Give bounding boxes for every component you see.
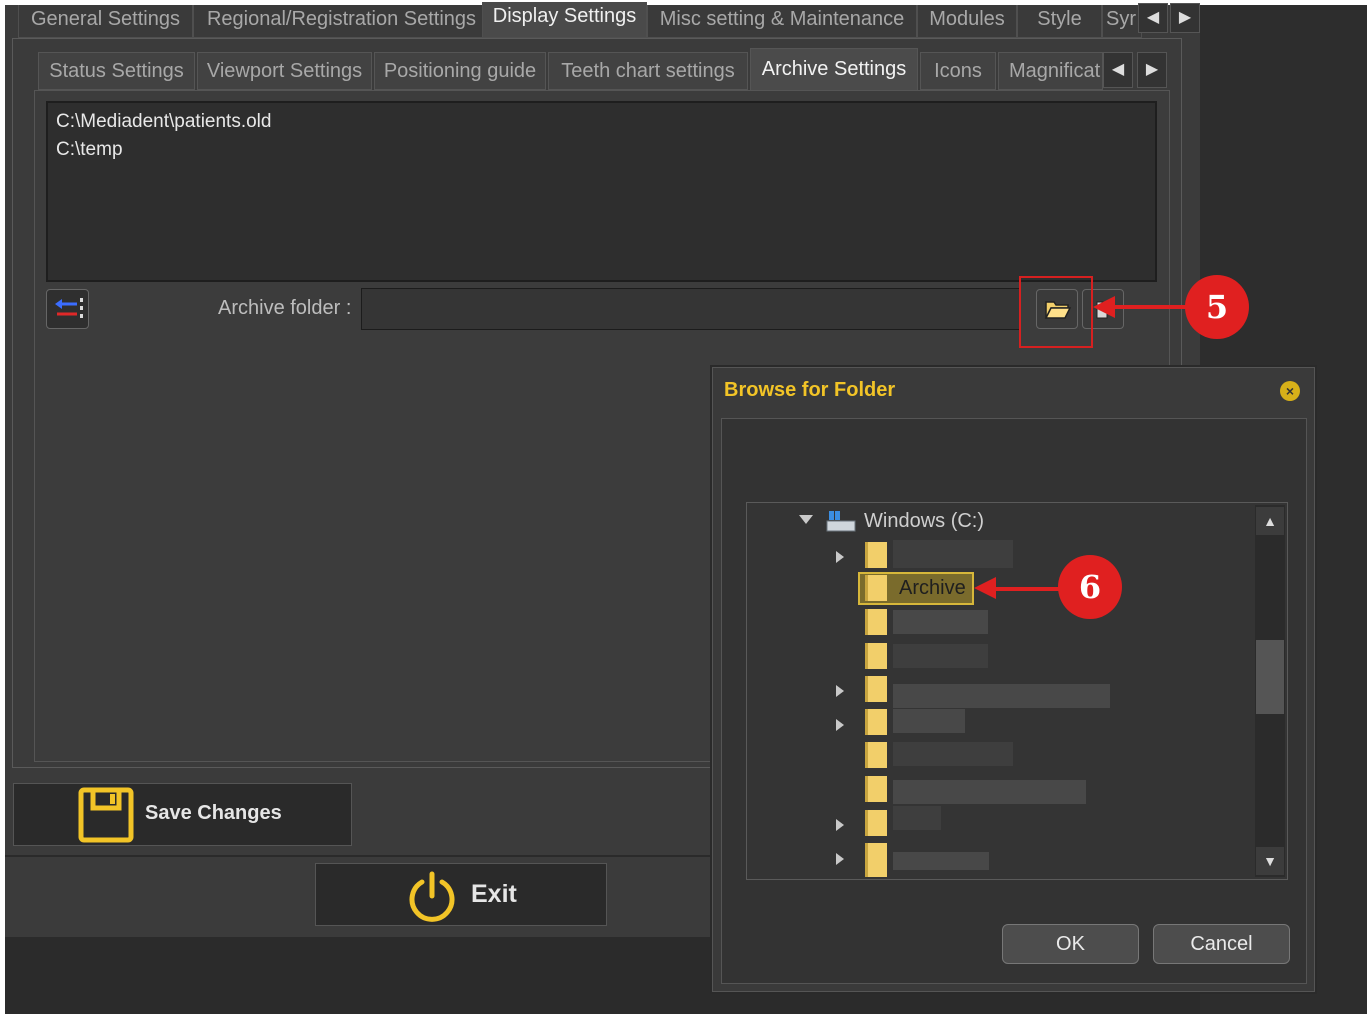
list-item[interactable]: C:\Mediadent\patients.old xyxy=(56,111,271,133)
exit-label: Exit xyxy=(471,880,517,908)
tab-sync-partial[interactable]: Syr xyxy=(1102,5,1142,38)
tab-viewport-settings[interactable]: Viewport Settings xyxy=(197,52,372,90)
archive-paths-list[interactable]: C:\Mediadent\patients.old C:\temp xyxy=(46,101,1157,282)
redacted-folder-name xyxy=(893,852,989,870)
top-tab-bar: General Settings Regional/Registration S… xyxy=(10,2,1200,38)
tab-scroll-left-icon[interactable]: ◀ xyxy=(1138,3,1168,33)
callout-arrow xyxy=(992,587,1062,591)
tab-archive-settings[interactable]: Archive Settings xyxy=(750,48,918,92)
list-item[interactable]: C:\temp xyxy=(56,139,123,161)
redacted-folder-name xyxy=(893,780,1086,804)
tab-regional-registration-settings[interactable]: Regional/Registration Settings xyxy=(193,5,490,38)
folder-icon xyxy=(865,742,887,768)
folder-icon xyxy=(865,609,887,635)
expand-arrow-icon[interactable] xyxy=(836,685,844,697)
drive-icon xyxy=(826,511,856,532)
redacted-folder-name xyxy=(893,684,1110,708)
callout-badge-6: 6 xyxy=(1058,555,1122,619)
archive-folder-label: Archive folder : xyxy=(218,297,352,319)
expand-arrow-icon[interactable] xyxy=(836,551,844,563)
close-icon[interactable]: × xyxy=(1280,381,1300,401)
tab-positioning-guide[interactable]: Positioning guide xyxy=(374,52,546,90)
callout-arrowhead-icon xyxy=(1093,296,1115,318)
tab-scroll-right-icon[interactable]: ▶ xyxy=(1170,3,1200,33)
redacted-folder-name xyxy=(893,610,988,634)
callout-badge-5: 5 xyxy=(1185,275,1249,339)
tab-style[interactable]: Style xyxy=(1017,5,1102,38)
tab-modules[interactable]: Modules xyxy=(917,5,1017,38)
scrollbar-thumb[interactable] xyxy=(1256,640,1284,714)
redacted-folder-name xyxy=(893,644,988,668)
power-icon xyxy=(409,871,455,922)
folder-icon xyxy=(865,643,887,669)
folder-icon xyxy=(865,575,887,601)
callout-arrow xyxy=(1108,305,1188,309)
tab-magnification-partial[interactable]: Magnificat xyxy=(998,52,1103,90)
swap-arrows-icon xyxy=(55,298,83,318)
exit-button[interactable] xyxy=(315,863,607,926)
subtab-scroll-left-icon[interactable]: ◀ xyxy=(1103,52,1133,88)
save-disk-icon xyxy=(78,787,134,843)
cancel-button[interactable]: Cancel xyxy=(1153,924,1290,964)
save-changes-label: Save Changes xyxy=(145,802,282,824)
archive-folder-input[interactable] xyxy=(361,288,1021,330)
redacted-folder-name xyxy=(893,806,941,830)
tab-icons[interactable]: Icons xyxy=(920,52,996,90)
tab-status-settings[interactable]: Status Settings xyxy=(38,52,195,90)
callout-arrowhead-icon xyxy=(974,577,996,599)
scroll-down-icon[interactable]: ▼ xyxy=(1256,847,1284,875)
archive-folder-item[interactable]: Archive xyxy=(899,577,966,600)
scroll-up-icon[interactable]: ▲ xyxy=(1256,507,1284,535)
redacted-folder-name xyxy=(893,540,1013,568)
highlight-box xyxy=(1019,276,1093,348)
redacted-folder-name xyxy=(893,709,965,733)
subtab-scroll-right-icon[interactable]: ▶ xyxy=(1137,52,1167,88)
tab-display-settings[interactable]: Display Settings xyxy=(482,2,647,38)
redacted-folder-name xyxy=(893,742,1013,766)
folder-icon xyxy=(865,810,887,836)
tab-misc-setting-maintenance[interactable]: Misc setting & Maintenance xyxy=(647,5,917,38)
dialog-title: Browse for Folder xyxy=(724,379,896,401)
folder-icon xyxy=(865,542,887,568)
folder-icon xyxy=(865,709,887,735)
expand-arrow-icon[interactable] xyxy=(836,853,844,865)
expand-arrow-icon[interactable] xyxy=(836,719,844,731)
folder-icon xyxy=(865,676,887,702)
ok-button[interactable]: OK xyxy=(1002,924,1139,964)
folder-icon xyxy=(865,776,887,802)
tab-general-settings[interactable]: General Settings xyxy=(18,5,193,38)
tab-teeth-chart-settings[interactable]: Teeth chart settings xyxy=(548,52,748,90)
move-path-button[interactable] xyxy=(46,289,89,329)
expand-arrow-icon[interactable] xyxy=(836,819,844,831)
collapse-arrow-icon[interactable] xyxy=(799,515,813,525)
folder-icon xyxy=(865,843,887,877)
tree-root-label[interactable]: Windows (C:) xyxy=(864,510,984,533)
